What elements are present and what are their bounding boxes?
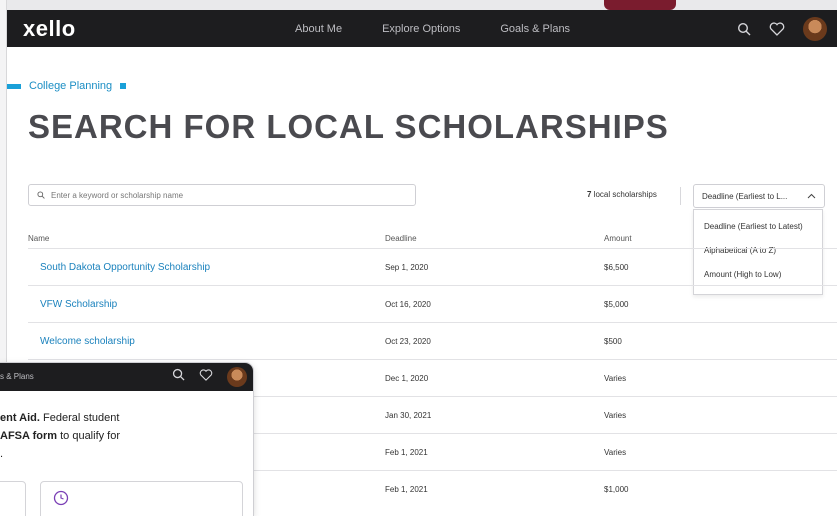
background-decoration [604,0,676,10]
nav-goals-plans[interactable]: Goals & Plans [500,23,570,35]
top-navigation-bar: xello About Me Explore Options Goals & P… [7,10,837,47]
search-icon [37,191,45,199]
main-nav: About Me Explore Options Goals & Plans [295,10,570,47]
scholarship-name-link[interactable]: Welcome scholarship [40,336,135,347]
scholarship-deadline: Oct 16, 2020 [385,300,431,309]
top-icons [737,10,827,47]
overlay-text-bold: AFSA form [0,430,58,442]
scholarship-amount: Varies [604,448,627,457]
scholarship-deadline: Feb 1, 2021 [385,448,428,457]
overlay-text-line: ent Aid. Federal student [0,409,160,427]
table-row[interactable]: Welcome scholarship Oct 23, 2020 $500 [28,322,837,359]
table-row[interactable]: VFW Scholarship Oct 16, 2020 $5,000 [28,285,837,322]
results-count: 7 local scholarships [587,190,657,199]
scholarship-amount: $5,000 [604,300,629,309]
overlay-icons [172,365,247,389]
search-input[interactable] [51,190,391,200]
overlay-top-bar: s & Plans [0,363,253,391]
scholarship-amount: Varies [604,374,627,383]
chevron-up-icon [807,193,816,199]
breadcrumb: College Planning [7,80,127,92]
sort-selected-value: Deadline (Earliest to L... [702,191,788,201]
scholarship-deadline: Feb 1, 2021 [385,485,428,494]
table-row[interactable]: South Dakota Opportunity Scholarship Sep… [28,248,837,285]
nav-about-me[interactable]: About Me [295,23,342,35]
scholarship-deadline: Oct 23, 2020 [385,337,431,346]
avatar[interactable] [227,367,247,387]
search-box[interactable] [28,184,416,206]
scholarship-name-link[interactable]: South Dakota Opportunity Scholarship [40,262,210,273]
scholarship-amount: $1,000 [604,485,629,494]
breadcrumb-college-planning[interactable]: College Planning [29,80,112,92]
overlay-text-line: AFSA form to qualify for [0,427,160,445]
search-icon[interactable] [737,22,751,36]
column-header-name[interactable]: Name [28,234,49,243]
scholarship-deadline: Dec 1, 2020 [385,374,429,383]
results-count-label: local scholarships [593,190,657,199]
results-count-number: 7 [587,190,592,199]
divider [680,187,681,205]
page-title: SEARCH FOR LOCAL SCHOLARSHIPS [28,108,669,145]
overlay-card[interactable] [40,481,243,516]
breadcrumb-square-icon [120,83,127,89]
overlay-text-regular: to qualify for [57,430,121,442]
nav-explore-options[interactable]: Explore Options [382,23,460,35]
column-header-amount[interactable]: Amount [604,234,632,243]
scholarship-amount: $500 [604,337,622,346]
heart-icon[interactable] [769,21,785,36]
overlay-card[interactable] [0,481,26,516]
scholarship-amount: Varies [604,411,627,420]
breadcrumb-bar-icon [7,83,21,89]
xello-logo[interactable]: xello [23,16,76,42]
clock-icon [53,490,69,506]
scholarship-name-link[interactable]: VFW Scholarship [40,299,117,310]
overlay-text-regular: Federal student [39,412,120,424]
search-icon[interactable] [172,368,185,386]
overlay-window: s & Plans ent Aid. Federal student AFSA … [0,363,253,516]
column-header-deadline[interactable]: Deadline [385,234,417,243]
sort-option-deadline[interactable]: Deadline (Earliest to Latest) [694,222,822,246]
scholarship-deadline: Sep 1, 2020 [385,263,429,272]
scholarship-deadline: Jan 30, 2021 [385,411,432,420]
overlay-body-text: ent Aid. Federal student AFSA form to qu… [0,409,160,463]
overlay-nav-goals-plans[interactable]: s & Plans [0,372,34,381]
sort-select[interactable]: Deadline (Earliest to L... [693,184,825,208]
heart-icon[interactable] [199,368,213,386]
overlay-text-line: . [0,448,4,460]
overlay-text-bold: ent Aid. [0,412,40,424]
scholarship-amount: $6,500 [604,263,629,272]
avatar[interactable] [803,16,827,41]
